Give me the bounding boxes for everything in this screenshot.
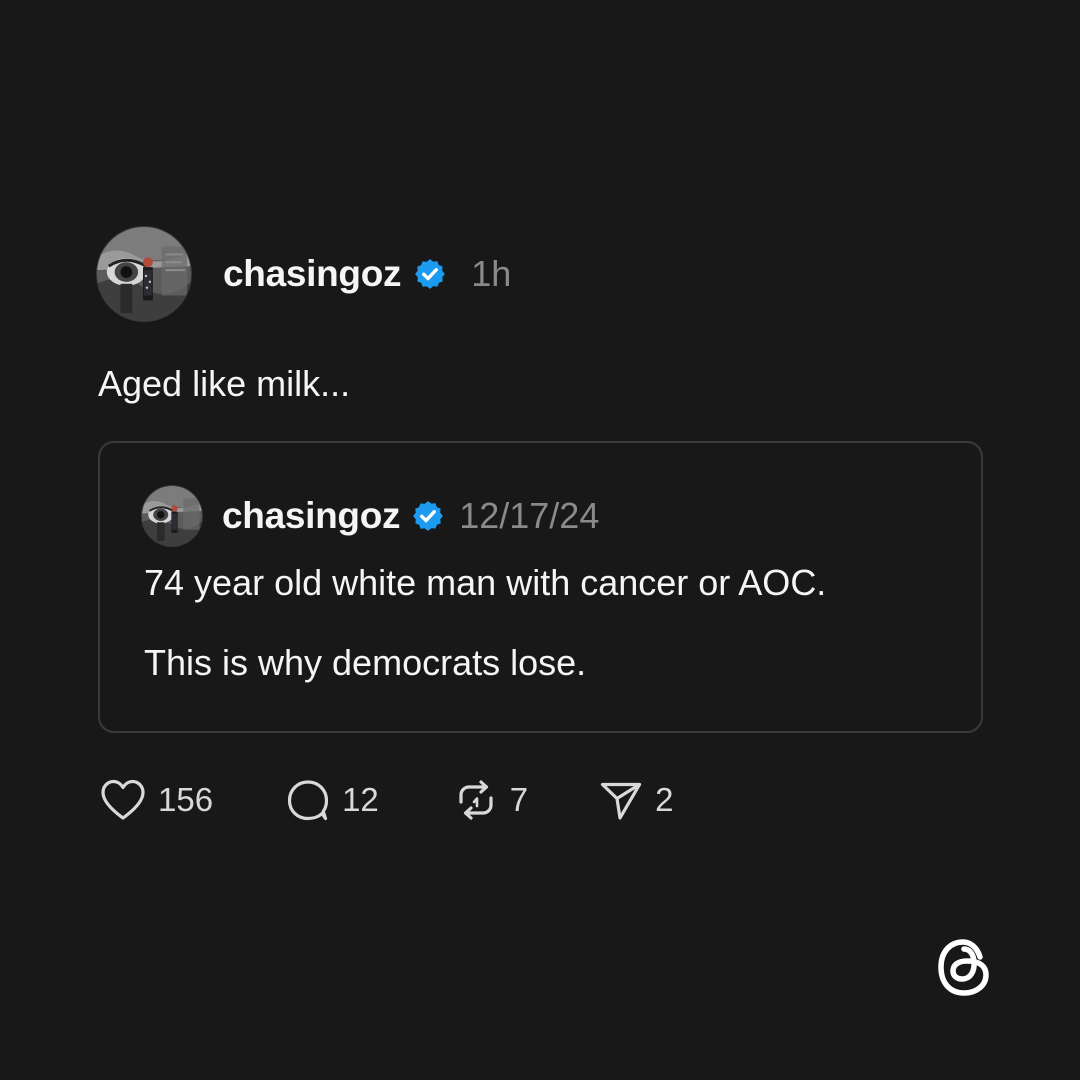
like-button[interactable]: 156 [99, 777, 213, 823]
verified-badge-icon [413, 257, 447, 291]
quoted-username[interactable]: chasingoz [222, 495, 401, 537]
quoted-post-header: chasingoz 12/17/24 [141, 485, 599, 547]
share-button[interactable]: 2 [598, 778, 674, 822]
quoted-verified-badge-icon [411, 499, 445, 533]
speech-bubble-icon [287, 780, 329, 821]
post-text: Aged like milk... [98, 363, 351, 404]
post-header: chasingoz 1h [96, 225, 511, 323]
avatar-image [97, 227, 191, 321]
paper-plane-icon [601, 782, 642, 820]
quoted-post-date[interactable]: 12/17/24 [459, 495, 599, 537]
repost-count: 7 [509, 781, 529, 818]
reply-count: 12 [342, 781, 379, 818]
reply-button[interactable]: 12 [285, 778, 379, 822]
like-count: 156 [158, 781, 214, 818]
threads-logo-icon [934, 935, 994, 999]
repost-button[interactable]: 7 [453, 778, 528, 822]
post-timestamp[interactable]: 1h [471, 253, 511, 295]
post-header-text: chasingoz 1h [223, 253, 511, 295]
heart-icon [101, 779, 145, 820]
repost-arrows-icon [459, 780, 493, 820]
quoted-post-text-line: 74 year old white man with cancer or AOC… [144, 562, 827, 603]
quoted-avatar[interactable] [141, 485, 203, 547]
quoted-post-card[interactable]: chasingoz 12/17/24 74 year old white man… [98, 441, 983, 733]
quoted-avatar-image [142, 486, 202, 546]
avatar[interactable] [96, 226, 192, 322]
quoted-post-text-line: This is why democrats lose. [144, 642, 587, 683]
share-count: 2 [655, 781, 674, 818]
post-actions: 156 12 7 2 [99, 776, 674, 824]
post-username[interactable]: chasingoz [223, 253, 402, 295]
